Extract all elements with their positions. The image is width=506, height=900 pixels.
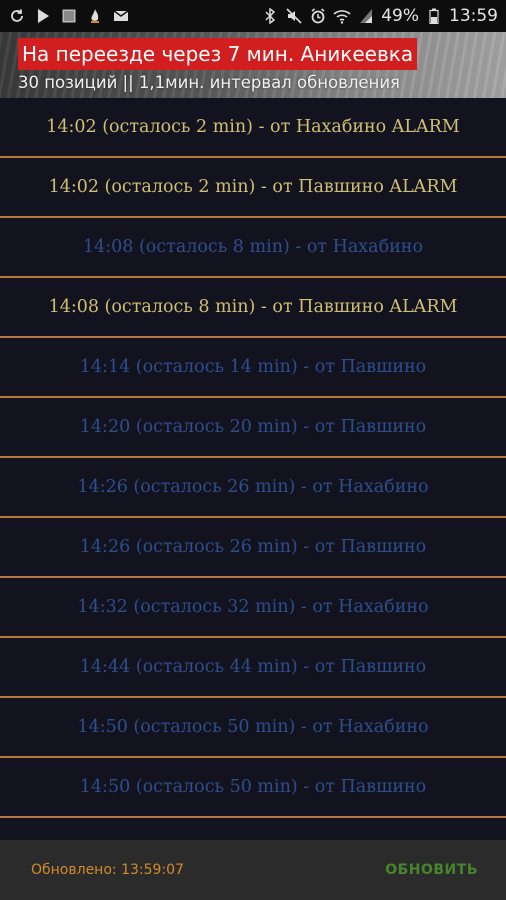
list-item[interactable]: 14:50 (осталось 50 min) - от Нахабино bbox=[0, 698, 506, 758]
list-item[interactable]: 14:44 (осталось 44 min) - от Павшино bbox=[0, 638, 506, 698]
battery-icon bbox=[425, 7, 443, 25]
clock: 13:59 bbox=[449, 6, 498, 26]
refresh-button[interactable]: ОБНОВИТЬ bbox=[385, 854, 478, 886]
list-item[interactable]: 14:14 (осталось 14 min) - от Павшино bbox=[0, 338, 506, 398]
mail-icon bbox=[112, 7, 130, 25]
schedule-item-text: 14:08 (осталось 8 min) - от Нахабино bbox=[82, 237, 424, 257]
fire-icon bbox=[86, 7, 104, 25]
schedule-list[interactable]: 14:02 (осталось 2 min) - от Нахабино ALA… bbox=[0, 98, 506, 840]
schedule-item-text: 14:26 (осталось 26 min) - от Нахабино bbox=[77, 477, 429, 497]
battery-percent: 49% bbox=[381, 6, 419, 26]
schedule-item-text: 14:02 (осталось 2 min) - от Нахабино ALA… bbox=[46, 117, 460, 137]
app-header: На переезде через 7 мин. Аникеевка 30 по… bbox=[0, 32, 506, 98]
signal-icon bbox=[357, 7, 375, 25]
last-updated-label: Обновлено: 13:59:07 bbox=[31, 862, 184, 878]
square-icon bbox=[60, 7, 78, 25]
schedule-item-text: 14:20 (осталось 20 min) - от Павшино bbox=[79, 417, 427, 437]
header-subtitle: 30 позиций || 1,1мин. интервал обновлени… bbox=[18, 73, 400, 92]
sync-icon bbox=[8, 7, 26, 25]
schedule-item-text: 14:14 (осталось 14 min) - от Павшино bbox=[79, 357, 427, 377]
list-item[interactable]: 14:26 (осталось 26 min) - от Нахабино bbox=[0, 458, 506, 518]
list-item[interactable]: 14:26 (осталось 26 min) - от Павшино bbox=[0, 518, 506, 578]
bottom-bar: Обновлено: 13:59:07 ОБНОВИТЬ bbox=[0, 840, 506, 900]
bluetooth-icon bbox=[261, 7, 279, 25]
list-item[interactable]: 14:08 (осталось 8 min) - от Павшино ALAR… bbox=[0, 278, 506, 338]
list-item[interactable]: 14:20 (осталось 20 min) - от Павшино bbox=[0, 398, 506, 458]
schedule-item-text: 14:50 (осталось 50 min) - от Павшино bbox=[79, 777, 427, 797]
notification-icons bbox=[8, 7, 130, 25]
schedule-item-text: 14:02 (осталось 2 min) - от Павшино ALAR… bbox=[48, 177, 458, 197]
list-item[interactable]: 14:32 (осталось 32 min) - от Нахабино bbox=[0, 578, 506, 638]
wifi-icon bbox=[333, 7, 351, 25]
schedule-item-text: 14:44 (осталось 44 min) - от Павшино bbox=[79, 657, 427, 677]
alarm-icon bbox=[309, 7, 327, 25]
schedule-item-text: 14:08 (осталось 8 min) - от Павшино ALAR… bbox=[48, 297, 458, 317]
list-item[interactable] bbox=[0, 818, 506, 840]
page-title: На переезде через 7 мин. Аникеевка bbox=[18, 38, 418, 70]
schedule-item-text: 14:50 (осталось 50 min) - от Нахабино bbox=[77, 717, 429, 737]
play-icon bbox=[34, 7, 52, 25]
schedule-item-text: 14:26 (осталось 26 min) - от Павшино bbox=[79, 537, 427, 557]
system-icons: 49% 13:59 bbox=[261, 6, 498, 26]
list-item[interactable]: 14:50 (осталось 50 min) - от Павшино bbox=[0, 758, 506, 818]
list-item[interactable]: 14:08 (осталось 8 min) - от Нахабино bbox=[0, 218, 506, 278]
mute-icon bbox=[285, 7, 303, 25]
schedule-item-text: 14:32 (осталось 32 min) - от Нахабино bbox=[77, 597, 429, 617]
list-item[interactable]: 14:02 (осталось 2 min) - от Нахабино ALA… bbox=[0, 98, 506, 158]
list-item[interactable]: 14:02 (осталось 2 min) - от Павшино ALAR… bbox=[0, 158, 506, 218]
status-bar: 49% 13:59 bbox=[0, 0, 506, 32]
